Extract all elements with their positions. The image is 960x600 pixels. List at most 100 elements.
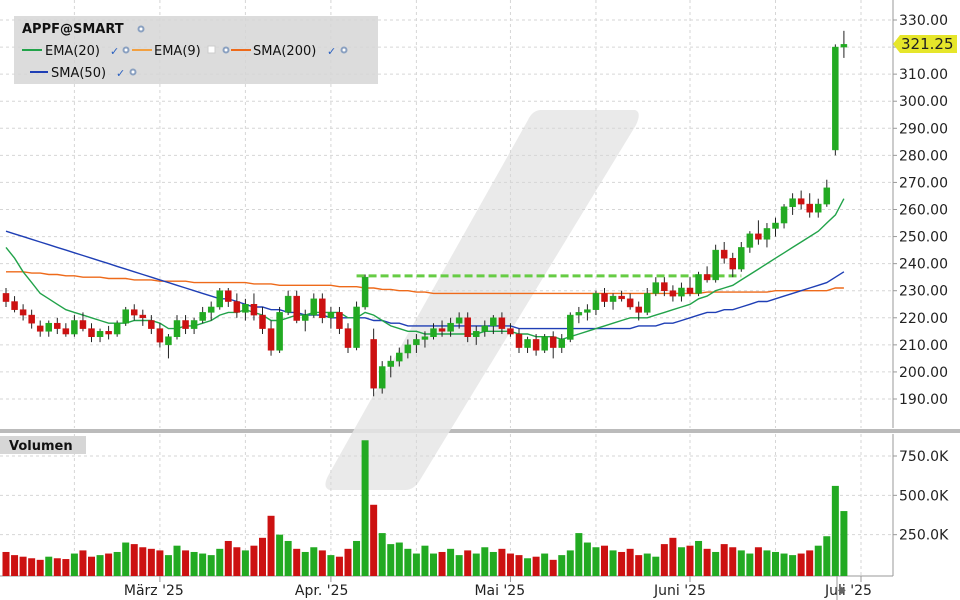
- volume-bar: [122, 542, 130, 576]
- volume-bar: [62, 559, 70, 576]
- volume-bar: [404, 548, 412, 576]
- scroll-right-icon[interactable]: ◆: [838, 585, 846, 596]
- volume-bar: [438, 551, 446, 576]
- volume-bar: [729, 547, 737, 576]
- candle-body: [695, 274, 702, 294]
- legend-symbol: APPF@SMART: [22, 22, 124, 37]
- volume-bar: [592, 547, 600, 576]
- price-tick-label: 200.00: [899, 365, 948, 381]
- volume-bar: [780, 553, 788, 576]
- volume-bar: [45, 556, 53, 576]
- volume-bar: [156, 550, 164, 576]
- price-tick-label: 290.00: [899, 121, 948, 137]
- volume-bar: [105, 553, 113, 576]
- volume-bar: [652, 556, 660, 576]
- candle-body: [207, 306, 215, 313]
- volume-bar: [378, 533, 386, 576]
- volume-bar: [36, 559, 44, 576]
- legend-label-sma200: SMA(200): [253, 44, 316, 59]
- unchecked-box-icon[interactable]: [207, 45, 216, 54]
- price-tick-label: 190.00: [899, 392, 948, 408]
- candle-body: [823, 187, 831, 205]
- candle-body: [250, 304, 258, 316]
- candle-body: [789, 198, 796, 208]
- gear-icon[interactable]: [129, 68, 137, 76]
- volume-bar: [498, 548, 506, 576]
- candle-body: [772, 222, 779, 229]
- candle-body: [618, 295, 625, 300]
- price-tick-label: 260.00: [899, 203, 948, 219]
- volume-bar: [635, 555, 643, 576]
- candle-body: [96, 331, 104, 337]
- date-tick-label: Apr. '25: [295, 583, 349, 599]
- last-price-marker: 321.25: [893, 35, 957, 53]
- volume-bar: [677, 547, 685, 576]
- candle-body: [284, 295, 292, 313]
- volume-bar: [472, 553, 480, 576]
- candle-body: [259, 314, 266, 329]
- candle-body: [19, 309, 27, 316]
- candle-body: [276, 312, 283, 351]
- volume-bar: [2, 551, 10, 576]
- gear-icon[interactable]: [340, 46, 348, 54]
- volume-bar: [455, 555, 463, 576]
- candle-body: [840, 44, 848, 48]
- legend-symbol-settings-icon[interactable]: [137, 25, 145, 33]
- price-tick-label: 220.00: [899, 311, 948, 327]
- volume-bar: [370, 504, 378, 576]
- candle-body: [378, 366, 386, 389]
- candle-body: [430, 328, 437, 337]
- volume-bar: [583, 542, 591, 576]
- candle-body: [498, 317, 506, 329]
- volume-bar: [207, 555, 215, 576]
- volume-bar: [840, 511, 848, 576]
- volume-bar: [430, 553, 437, 576]
- volume-bar: [712, 551, 720, 576]
- candle-body: [490, 317, 497, 327]
- volume-bar: [327, 555, 335, 576]
- candle-body: [686, 287, 694, 294]
- volume-bar: [190, 551, 198, 576]
- volume-bar: [387, 544, 395, 576]
- volume-bar: [814, 545, 822, 576]
- checkmark-icon[interactable]: ✓: [116, 67, 125, 80]
- candle-body: [832, 46, 839, 151]
- volume-bar: [199, 553, 207, 576]
- candle-body: [88, 328, 95, 337]
- candle-body: [139, 314, 147, 319]
- volume-bar: [806, 550, 814, 576]
- volume-bar: [609, 550, 617, 576]
- candle-body: [45, 322, 52, 332]
- volume-bar: [70, 553, 78, 576]
- candle-body: [327, 312, 335, 319]
- candle-body: [780, 206, 788, 224]
- volume-bar: [464, 550, 472, 576]
- candle-body: [353, 306, 360, 348]
- candle-body: [558, 339, 565, 348]
- candle-body: [302, 314, 309, 321]
- gear-icon[interactable]: [122, 46, 130, 54]
- candle-body: [421, 336, 429, 340]
- candle-body: [438, 328, 446, 332]
- volume-bar: [28, 558, 36, 576]
- candle-body: [532, 339, 540, 351]
- candle-body: [473, 331, 480, 337]
- gear-icon[interactable]: [222, 46, 230, 54]
- candle-body: [567, 314, 574, 340]
- volume-bar: [506, 553, 514, 576]
- candle-body: [609, 295, 617, 302]
- candle-body: [755, 233, 762, 240]
- candle-body: [515, 333, 523, 348]
- price-tick-label: 270.00: [899, 175, 948, 191]
- volume-bar: [361, 440, 369, 576]
- date-axis-labels: März '25 Apr. '25 Mai '25 Juni '25 Juli '25: [124, 576, 872, 599]
- candle-body: [584, 309, 591, 313]
- checkmark-icon[interactable]: ✓: [110, 45, 119, 58]
- candle-body: [216, 290, 223, 308]
- date-tick-label: Mai '25: [474, 583, 525, 599]
- legend-label-ema20: EMA(20): [45, 44, 100, 59]
- candle-body: [370, 339, 377, 389]
- checkmark-icon[interactable]: ✓: [327, 45, 336, 58]
- price-tick-label: 240.00: [899, 257, 948, 273]
- volume-bar: [79, 550, 87, 576]
